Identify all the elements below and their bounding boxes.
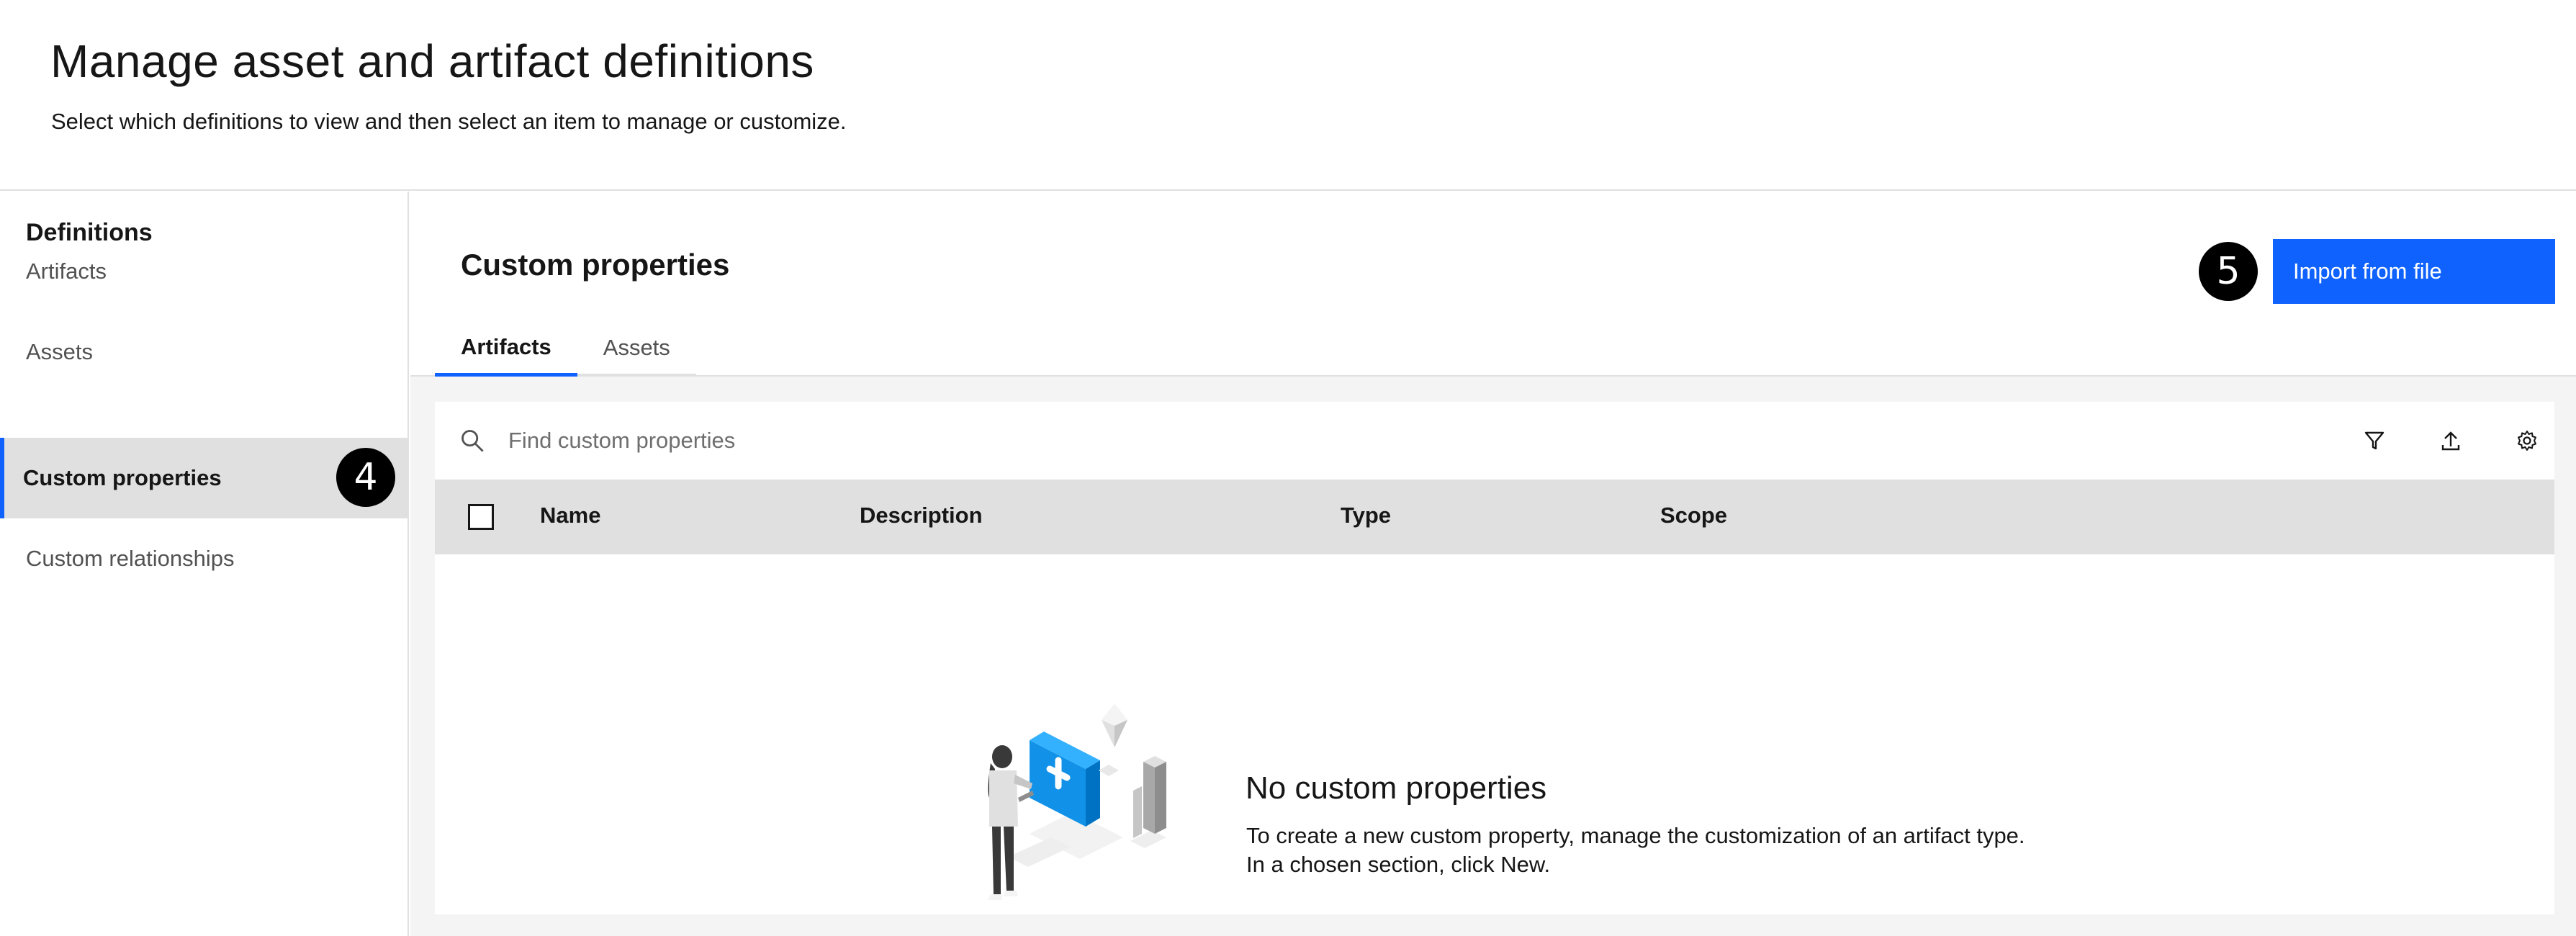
main-header: Custom properties 5 Import from file Art…: [410, 192, 2576, 377]
table-toolbar: [435, 402, 2554, 480]
sidebar-item-custom-relationships[interactable]: Custom relationships: [0, 518, 407, 599]
tab-label: Assets: [603, 334, 670, 360]
import-from-file-button[interactable]: Import from file: [2273, 239, 2555, 304]
search-input[interactable]: [508, 418, 2236, 464]
sidebar-item-artifacts[interactable]: Artifacts: [0, 231, 407, 312]
column-header-scope[interactable]: Scope: [1660, 503, 1727, 528]
upload-icon[interactable]: [2435, 425, 2467, 456]
tab-label: Artifacts: [461, 334, 551, 359]
sidebar-item-label: Artifacts: [26, 258, 107, 284]
table-header-row: Name Description Type Scope: [435, 480, 2554, 554]
column-header-name[interactable]: Name: [540, 503, 600, 528]
custom-properties-table: Name Description Type Scope: [435, 402, 2554, 914]
sidebar-item-label: Custom relationships: [26, 546, 235, 571]
column-header-description[interactable]: Description: [860, 503, 983, 528]
definitions-sidebar: Definitions Artifacts Assets Custom prop…: [0, 192, 409, 936]
tab-list: Artifacts Assets: [435, 321, 696, 377]
main-content: Custom properties 5 Import from file Art…: [410, 192, 2576, 936]
search-icon: [461, 430, 484, 452]
section-title: Custom properties: [461, 248, 730, 282]
filter-icon[interactable]: [2359, 425, 2390, 456]
select-all-checkbox[interactable]: [468, 504, 494, 530]
settings-icon[interactable]: [2511, 425, 2543, 456]
sidebar-item-assets[interactable]: Assets: [0, 312, 407, 392]
sidebar-item-label: Custom properties: [23, 465, 222, 490]
callout-marker-4: 4: [336, 448, 395, 507]
empty-state-description: To create a new custom property, manage …: [1246, 823, 2025, 877]
tab-assets[interactable]: Assets: [577, 321, 696, 377]
sidebar-item-label: Assets: [26, 339, 94, 364]
empty-state-title: No custom properties: [1246, 770, 1547, 806]
page-subtitle: Select which definitions to view and the…: [51, 109, 847, 134]
page-header: Manage asset and artifact definitions Se…: [0, 0, 2576, 191]
tab-artifacts[interactable]: Artifacts: [435, 321, 577, 377]
empty-state-illustration: [988, 704, 1166, 900]
callout-marker-5: 5: [2199, 242, 2258, 301]
column-header-type[interactable]: Type: [1341, 503, 1391, 528]
page-title: Manage asset and artifact definitions: [50, 35, 814, 87]
